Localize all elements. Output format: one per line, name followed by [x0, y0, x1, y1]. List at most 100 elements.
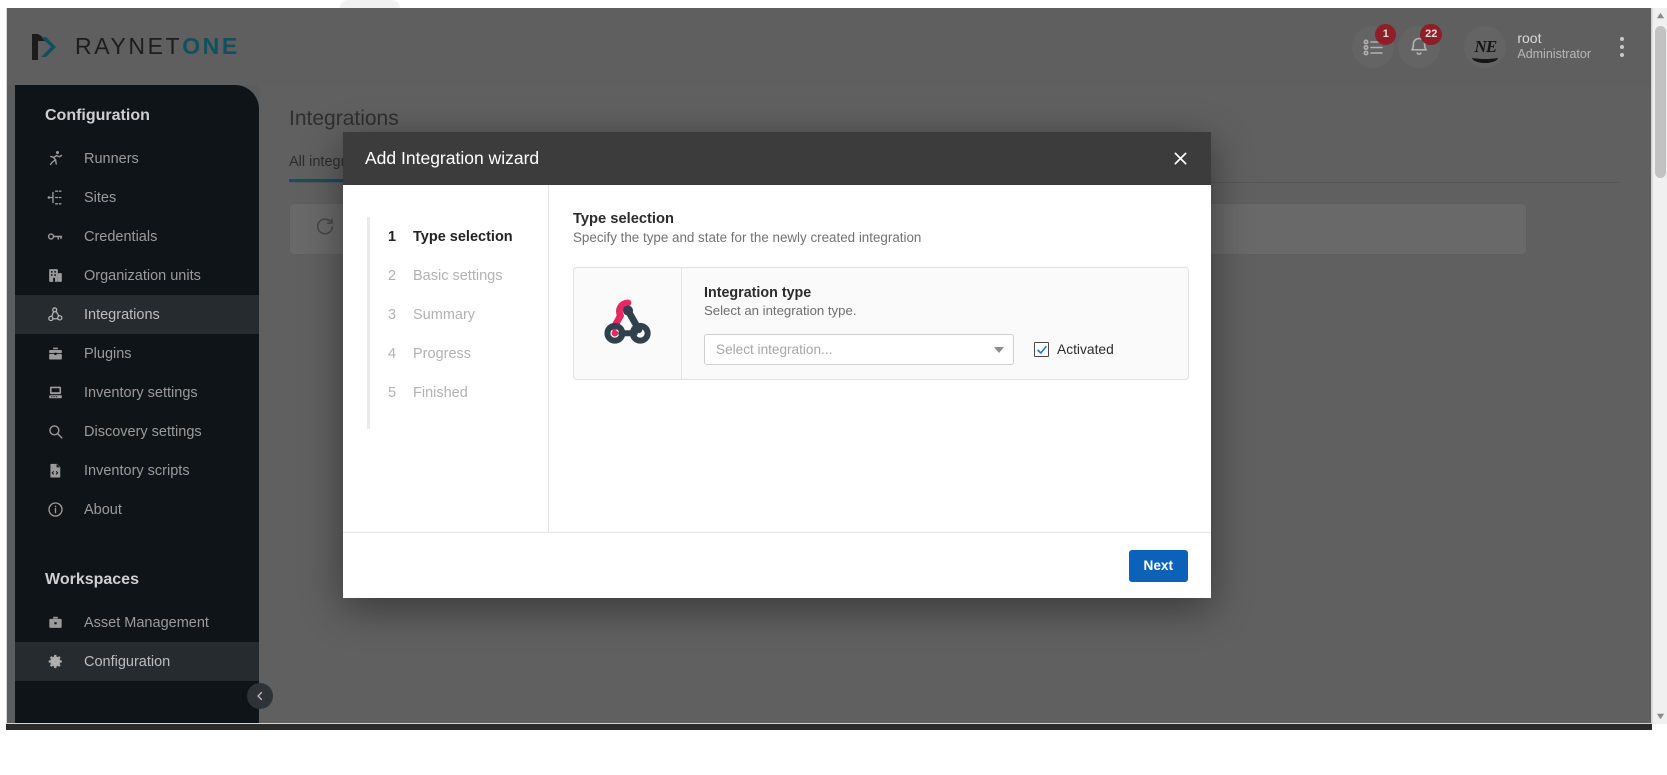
dialog-footer: Next: [343, 532, 1211, 598]
wizard-step-finished[interactable]: 5 Finished: [343, 373, 548, 412]
sidebar-item-inventory-scripts[interactable]: Inventory scripts: [15, 451, 259, 490]
wizard-pane: Type selection Specify the type and stat…: [549, 185, 1211, 532]
kebab-menu-icon[interactable]: [1609, 26, 1635, 68]
integration-select[interactable]: Select integration...: [704, 334, 1014, 365]
sidebar-item-label: Configuration: [84, 653, 171, 670]
sidebar-collapse-button[interactable]: [247, 683, 273, 709]
raynet-logo-icon: [29, 30, 63, 64]
step-number: 4: [387, 345, 397, 362]
server-icon: [45, 382, 66, 403]
browser-window: RAYNETONE 1 22 NE root Administrator Con…: [0, 0, 1667, 775]
notifications-badge: 22: [1420, 23, 1443, 45]
step-number: 3: [387, 306, 397, 323]
brand-name-accent: ONE: [182, 33, 240, 59]
sidebar-item-label: Organization units: [84, 267, 201, 284]
sidebar-item-label: Credentials: [84, 228, 158, 245]
brand-logo[interactable]: RAYNETONE: [29, 30, 240, 64]
avatar-arc-icon: [1472, 52, 1499, 63]
wizard-step-type-selection[interactable]: 1 Type selection: [343, 217, 548, 256]
step-number: 5: [387, 384, 397, 401]
scroll-down-button[interactable]: [1653, 709, 1667, 724]
webhook-icon: [599, 292, 657, 355]
info-circle-icon: [45, 499, 66, 520]
sidebar-item-about[interactable]: About: [15, 490, 259, 529]
close-icon[interactable]: [1163, 142, 1197, 176]
triangle-down-icon: [1656, 713, 1664, 720]
sidebar-section-workspaces: Workspaces: [45, 571, 139, 588]
scrollbar-thumb[interactable]: [1655, 26, 1666, 178]
runner-icon: [45, 148, 66, 169]
wizard-steps: 1 Type selection 2 Basic settings 3 Summ…: [343, 185, 549, 532]
sidebar-item-label: About: [84, 501, 122, 518]
add-integration-wizard-dialog: Add Integration wizard 1 Type selection …: [343, 132, 1211, 598]
user-menu[interactable]: NE root Administrator: [1464, 26, 1591, 68]
step-label: Basic settings: [413, 267, 503, 284]
gear-icon: [45, 651, 66, 672]
step-label: Summary: [413, 306, 476, 323]
refresh-icon[interactable]: [314, 216, 336, 243]
integration-select-placeholder: Select integration...: [716, 342, 833, 357]
page-title: Integrations: [289, 107, 399, 130]
scroll-up-button[interactable]: [1653, 8, 1667, 23]
sidebar-item-sites[interactable]: Sites: [15, 178, 259, 217]
step-label: Finished: [413, 384, 468, 401]
sidebar-item-label: Inventory scripts: [84, 462, 190, 479]
integration-type-card: Integration type Select an integration t…: [573, 267, 1189, 380]
wizard-step-rail: [367, 217, 370, 429]
sidebar-item-label: Sites: [84, 189, 117, 206]
user-name: root: [1517, 29, 1542, 46]
step-number: 2: [387, 267, 397, 284]
browser-tab[interactable]: [340, 0, 400, 8]
sidebar-item-runners[interactable]: Runners: [15, 139, 259, 178]
window-bottom-bar: [0, 724, 1667, 775]
toolbox-icon: [45, 343, 66, 364]
sidebar-item-label: Inventory settings: [84, 384, 198, 401]
top-bar-actions: 1 22 NE root Administrator: [1352, 23, 1635, 68]
sidebar-item-credentials[interactable]: Credentials: [15, 217, 259, 256]
next-button[interactable]: Next: [1128, 549, 1188, 582]
step-number: 1: [387, 228, 397, 245]
tasks-button[interactable]: 1: [1352, 23, 1397, 68]
activated-checkbox[interactable]: Activated: [1034, 342, 1114, 357]
search-icon: [45, 421, 66, 442]
sidebar-item-inventory-settings[interactable]: Inventory settings: [15, 373, 259, 412]
notifications-button[interactable]: 22: [1398, 23, 1443, 68]
avatar: NE: [1464, 26, 1506, 68]
step-label: Progress: [413, 345, 472, 362]
pane-subtitle: Specify the type and state for the newly…: [573, 230, 922, 245]
sidebar-item-integrations[interactable]: Integrations: [15, 295, 259, 334]
wizard-step-basic-settings[interactable]: 2 Basic settings: [343, 256, 548, 295]
bottom-accent-bar: [6, 724, 1652, 730]
app-top-bar: RAYNETONE 1 22 NE root Administrator: [7, 8, 1651, 85]
sidebar-item-discovery-settings[interactable]: Discovery settings: [15, 412, 259, 451]
chevron-left-icon: [257, 691, 263, 701]
brand-name: RAYNETONE: [75, 33, 240, 60]
vertical-scrollbar[interactable]: [1652, 8, 1667, 724]
sidebar-item-label: Runners: [84, 150, 139, 167]
sidebar-item-plugins[interactable]: Plugins: [15, 334, 259, 373]
sidebar-item-configuration[interactable]: Configuration: [15, 642, 259, 681]
dialog-body: 1 Type selection 2 Basic settings 3 Summ…: [343, 185, 1211, 532]
sidebar-item-label: Integrations: [84, 306, 160, 323]
integration-type-subtitle: Select an integration type.: [704, 303, 857, 318]
dialog-header: Add Integration wizard: [343, 132, 1211, 185]
sidebar-item-asset-management[interactable]: Asset Management: [15, 603, 259, 642]
brand-name-dark: RAYNET: [75, 33, 183, 59]
chevron-down-icon: [994, 346, 1004, 353]
briefcase-icon: [45, 612, 66, 633]
sidebar-item-label: Asset Management: [84, 614, 209, 631]
sidebar-item-label: Plugins: [84, 345, 132, 362]
sidebar-item-organization-units[interactable]: Organization units: [15, 256, 259, 295]
wizard-step-summary[interactable]: 3 Summary: [343, 295, 548, 334]
triangle-up-icon: [1656, 12, 1664, 19]
activated-checkbox-label: Activated: [1057, 342, 1114, 357]
file-script-icon: [45, 460, 66, 481]
user-role: Administrator: [1517, 47, 1591, 62]
webhook-icon: [45, 304, 66, 325]
wizard-step-progress[interactable]: 4 Progress: [343, 334, 548, 373]
sidebar-item-label: Discovery settings: [84, 423, 202, 440]
check-icon: [1036, 345, 1047, 354]
step-label: Type selection: [413, 228, 513, 245]
pane-title: Type selection: [573, 211, 674, 227]
sitemap-icon: [45, 187, 66, 208]
